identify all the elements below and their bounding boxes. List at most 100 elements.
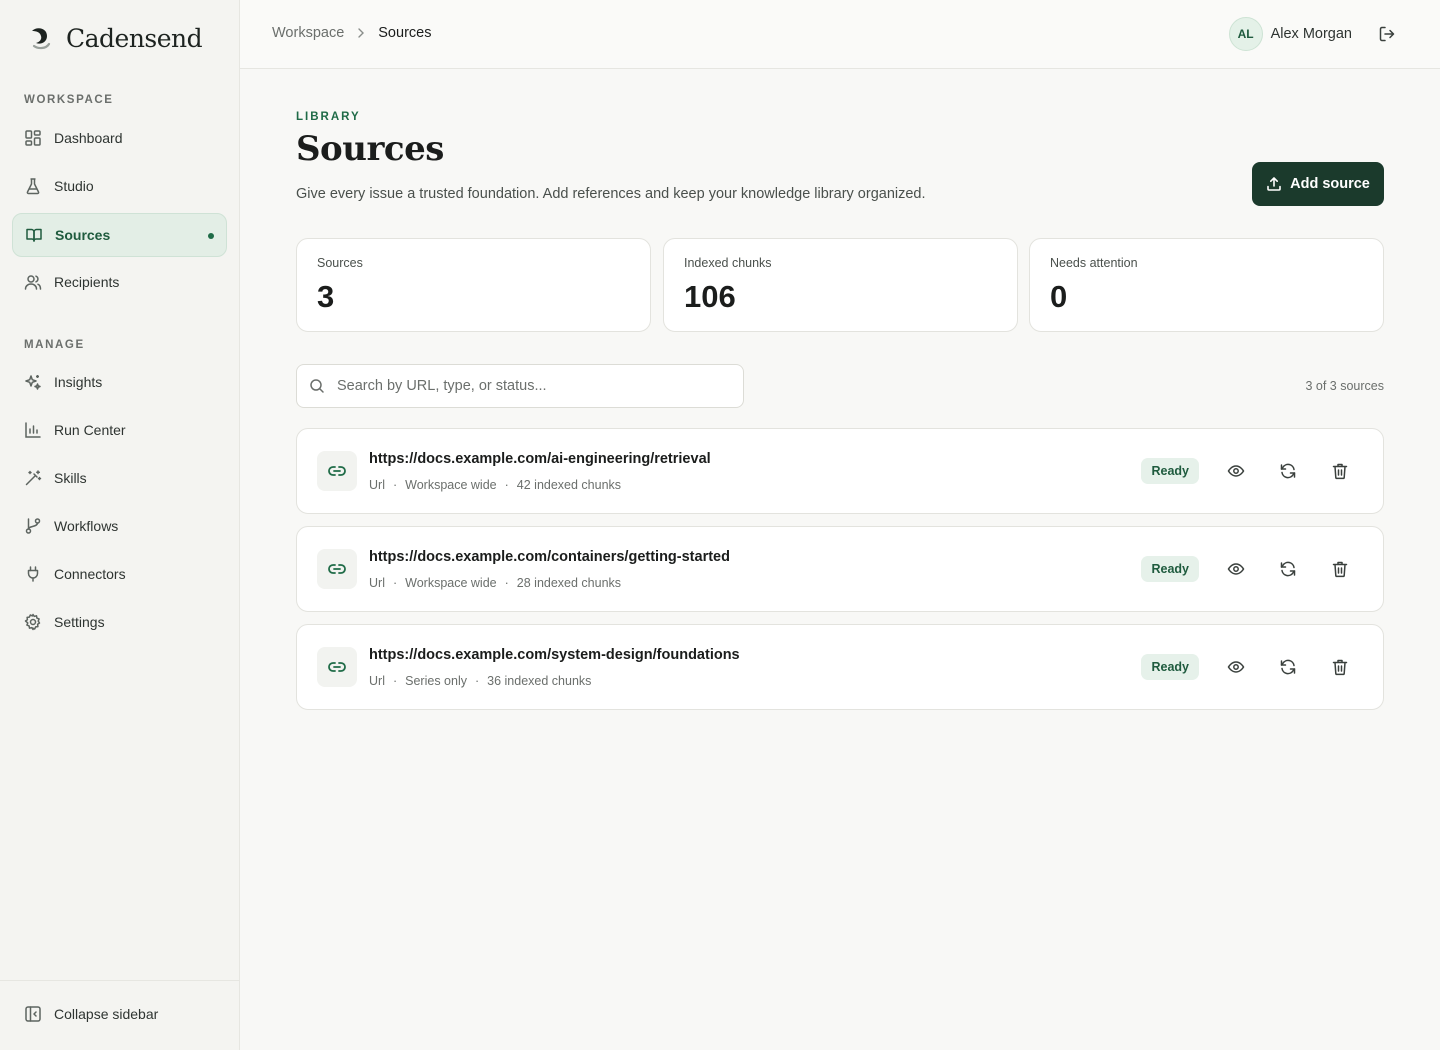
source-row: https://docs.example.com/ai-engineering/…	[296, 428, 1384, 514]
search-icon	[310, 379, 324, 393]
sidebar: Cadensend WORKSPACE Dashboard Studio Sou…	[0, 0, 240, 1050]
status-badge: Ready	[1141, 654, 1199, 680]
sidebar-item-label: Studio	[54, 178, 94, 194]
sidebar-item-dashboard[interactable]: Dashboard	[12, 116, 227, 160]
book-icon	[26, 228, 42, 242]
bar-chart-icon	[25, 422, 41, 438]
sidebar-item-workflows[interactable]: Workflows	[12, 504, 227, 548]
flask-icon	[26, 178, 40, 195]
source-meta: Url · Series only · 36 indexed chunks	[369, 674, 591, 688]
source-type: Url	[369, 576, 385, 590]
eye-icon[interactable]	[1227, 462, 1245, 480]
trash-icon[interactable]	[1331, 658, 1349, 676]
sidebar-item-sources[interactable]: Sources	[12, 213, 227, 257]
topbar: Workspace Sources AL Alex Morgan	[240, 0, 1440, 69]
separator-dot: ·	[504, 478, 509, 492]
stat-value: 0	[1050, 279, 1068, 314]
source-url[interactable]: https://docs.example.com/system-design/f…	[369, 647, 740, 663]
sidebar-item-label: Skills	[54, 470, 87, 486]
stat-card-needs-attention: Needs attention 0	[1029, 238, 1384, 332]
add-source-label: Add source	[1290, 176, 1370, 192]
stat-card-indexed-chunks: Indexed chunks 106	[663, 238, 1018, 332]
refresh-icon[interactable]	[1279, 560, 1297, 578]
sidebar-item-insights[interactable]: Insights	[12, 360, 227, 404]
users-icon	[24, 275, 42, 290]
refresh-icon[interactable]	[1279, 462, 1297, 480]
source-chunks: 42 indexed chunks	[516, 478, 622, 492]
sidebar-item-label: Settings	[54, 614, 105, 630]
sidebar-item-recipients[interactable]: Recipients	[12, 260, 227, 304]
sidebar-item-settings[interactable]: Settings	[12, 600, 227, 644]
source-meta: Url · Workspace wide · 28 indexed chunks	[369, 576, 621, 590]
sidebar-collapse-icon	[25, 1006, 41, 1022]
sidebar-item-run-center[interactable]: Run Center	[12, 408, 227, 452]
sidebar-item-connectors[interactable]: Connectors	[12, 552, 227, 596]
sidebar-footer: Collapse sidebar	[0, 980, 240, 1050]
sidebar-item-label: Connectors	[54, 566, 126, 582]
wand-icon	[25, 470, 42, 486]
source-meta: Url · Workspace wide · 42 indexed chunks	[369, 478, 621, 492]
source-type-badge	[317, 549, 357, 589]
dashboard-icon	[25, 130, 41, 146]
separator-dot: ·	[392, 674, 398, 688]
status-badge: Ready	[1141, 556, 1199, 582]
separator-dot: ·	[392, 576, 398, 590]
trash-icon[interactable]	[1331, 560, 1349, 578]
logout-icon[interactable]	[1378, 25, 1396, 43]
stat-value: 3	[317, 279, 335, 314]
user-name: Alex Morgan	[1270, 26, 1352, 42]
cadensend-logo-icon	[32, 28, 51, 50]
avatar: AL	[1228, 17, 1263, 51]
nav-section-manage: MANAGE	[24, 339, 85, 351]
brand-name: Cadensend	[66, 23, 203, 53]
stat-label: Sources	[317, 256, 363, 270]
source-chunks: 28 indexed chunks	[516, 576, 622, 590]
nav-section-workspace: WORKSPACE	[24, 94, 114, 106]
git-branch-icon	[25, 518, 41, 534]
sidebar-item-label: Insights	[54, 374, 103, 390]
sidebar-item-skills[interactable]: Skills	[12, 456, 227, 500]
collapse-sidebar-button[interactable]: Collapse sidebar	[24, 1005, 158, 1023]
search-box	[296, 364, 744, 408]
sidebar-item-label: Recipients	[54, 274, 120, 290]
sparkles-icon	[25, 375, 41, 390]
refresh-icon[interactable]	[1279, 658, 1297, 676]
brand[interactable]: Cadensend	[24, 22, 203, 54]
link-icon	[328, 466, 346, 476]
stat-value: 106	[684, 279, 736, 314]
sidebar-item-label: Dashboard	[54, 130, 123, 146]
sidebar-item-label: Run Center	[54, 422, 126, 438]
collapse-sidebar-label: Collapse sidebar	[54, 1006, 159, 1022]
breadcrumb-workspace-link[interactable]: Workspace	[272, 25, 344, 41]
source-type: Url	[369, 674, 385, 688]
stat-label: Needs attention	[1050, 256, 1138, 270]
trash-icon[interactable]	[1331, 462, 1349, 480]
results-count: 3 of 3 sources	[1305, 379, 1384, 393]
eye-icon[interactable]	[1227, 658, 1245, 676]
page-subtitle: Give every issue a trusted foundation. A…	[296, 186, 926, 202]
search-input[interactable]	[337, 378, 727, 394]
page-title: Sources	[296, 129, 444, 169]
source-url[interactable]: https://docs.example.com/containers/gett…	[369, 549, 730, 565]
separator-dot: ·	[392, 478, 398, 492]
user-menu[interactable]: AL Alex Morgan	[1228, 17, 1352, 51]
gear-icon	[24, 613, 41, 631]
page-eyebrow: LIBRARY	[296, 111, 361, 123]
source-row: https://docs.example.com/containers/gett…	[296, 526, 1384, 612]
source-url[interactable]: https://docs.example.com/ai-engineering/…	[369, 451, 711, 467]
source-chunks: 36 indexed chunks	[487, 674, 592, 688]
source-type-badge	[317, 451, 357, 491]
sidebar-item-label: Sources	[55, 227, 111, 243]
add-source-button[interactable]: Add source	[1252, 162, 1384, 206]
stats-row: Sources 3 Indexed chunks 106 Needs atten…	[296, 238, 1384, 332]
source-type: Url	[369, 478, 385, 492]
stat-label: Indexed chunks	[684, 256, 772, 270]
eye-icon[interactable]	[1227, 560, 1245, 578]
sidebar-item-studio[interactable]: Studio	[12, 164, 227, 208]
separator-dot: ·	[504, 576, 509, 590]
link-icon	[328, 564, 346, 574]
source-scope: Series only	[405, 674, 467, 688]
stat-card-sources: Sources 3	[296, 238, 651, 332]
breadcrumb-current: Sources	[378, 25, 432, 41]
source-scope: Workspace wide	[405, 478, 497, 492]
